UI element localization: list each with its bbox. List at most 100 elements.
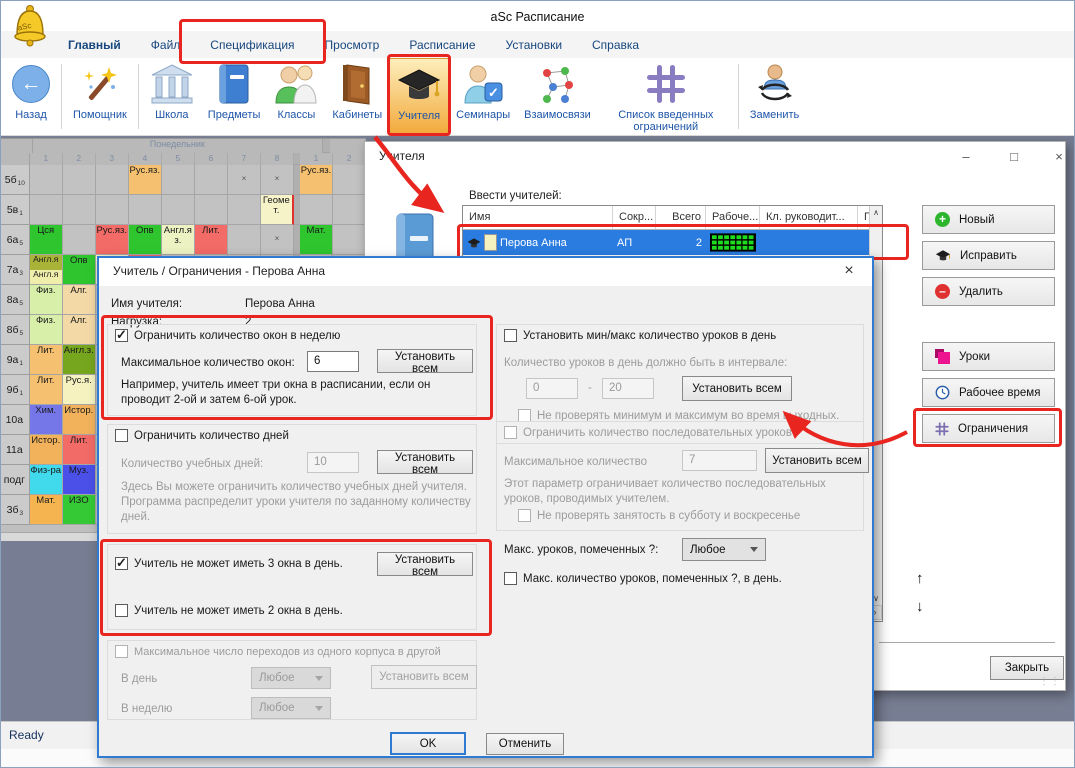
timetable-cell[interactable]: Рус.яз. [129,165,162,195]
class-label[interactable]: 5в1 [1,195,30,225]
per-week-combo[interactable]: Любое [251,697,331,719]
no-2-windows-checkbox[interactable] [115,604,128,617]
days-limit-checkbox[interactable] [115,429,128,442]
class-label[interactable]: 9б1 [1,375,30,405]
timetable-cell[interactable] [63,225,96,255]
timetable-cell[interactable] [333,165,366,195]
resize-grip[interactable]: ⋮⋮ [1039,676,1061,687]
constraints-button[interactable]: Ограничения [922,414,1055,443]
class-label[interactable]: подг [1,465,30,495]
building-moves-checkbox[interactable] [115,645,128,658]
toolbar-classes-button[interactable]: Классы [267,58,325,135]
timetable-cell[interactable] [333,225,366,255]
col-total[interactable]: Всего [656,206,706,229]
timetable-cell[interactable]: Физ-ра [30,465,63,495]
timetable-cell[interactable]: Физ. [30,315,63,345]
timetable-cell[interactable] [162,195,195,225]
timetable-cell[interactable] [162,165,195,195]
set-all-windows-day-button[interactable]: Установить всем [377,552,473,576]
no-3-windows-checkbox[interactable] [115,557,128,570]
maximize-button[interactable]: □ [998,146,1030,168]
days-count-input[interactable]: 10 [307,452,359,473]
timetable-cell[interactable]: Лит. [30,375,63,405]
class-label[interactable]: 11а [1,435,30,465]
teacher-row[interactable]: Перова Анна АП 2 [463,230,882,255]
consecutive-max-input[interactable]: 7 [682,450,757,471]
timetable-cell[interactable] [96,195,129,225]
timetable-cell[interactable]: ИЗО [63,495,96,525]
edit-button[interactable]: Исправить [922,241,1055,270]
menu-item-options[interactable]: Установки [491,33,577,57]
timetable-cell[interactable]: Хим. [30,405,63,435]
toolbar-rooms-button[interactable]: Кабинеты [325,58,389,135]
saturday-sunday-checkbox[interactable] [518,509,531,522]
set-all-minmax-button[interactable]: Установить всем [682,376,792,401]
timetable-cell[interactable] [228,195,261,225]
set-all-days-button[interactable]: Установить всем [377,450,473,474]
max-windows-input[interactable]: 6 [307,351,359,372]
menu-item-main[interactable]: Главный [53,33,136,57]
timetable-cell[interactable] [195,195,228,225]
timetable-cell[interactable]: Алг. [63,285,96,315]
max-input[interactable]: 20 [602,378,654,399]
col-name[interactable]: Имя [463,206,613,229]
timetable-cell[interactable] [195,165,228,195]
class-label[interactable]: 5б10 [1,165,30,195]
timetable-cell[interactable]: Опв [129,225,162,255]
timetable-cell[interactable]: Муз. [63,465,96,495]
app-logo-bell-icon[interactable]: aSc [9,3,51,47]
menu-item-specification[interactable]: Спецификация [195,33,309,57]
close-icon[interactable]: × [834,261,864,283]
timetable-cell[interactable]: Англ.яз. [162,225,195,255]
timetable-cell[interactable] [129,195,162,225]
timetable-cell[interactable] [96,165,129,195]
timetable-cell[interactable]: Мат. [30,495,63,525]
timetable-cell[interactable] [300,195,333,225]
timetable-cell[interactable]: × [261,225,294,255]
set-all-moves-button[interactable]: Установить всем [371,665,477,689]
minmax-checkbox[interactable] [504,329,517,342]
move-up-icon[interactable]: ↑ [916,570,924,587]
timetable-cell[interactable]: Лит. [195,225,228,255]
toolbar-subjects-button[interactable]: Предметы [201,58,268,135]
timetable-cell[interactable]: Физ. [30,285,63,315]
scroll-up-icon[interactable]: ∧ [870,208,882,217]
timetable-cell[interactable]: × [261,165,294,195]
toolbar-constraints-list-button[interactable]: Список введенных ограничений [598,58,734,135]
timetable-cell[interactable] [30,195,63,225]
timetable-cell[interactable]: Рус.я. [63,375,96,405]
timetable-cell[interactable]: Опв [63,255,96,285]
lessons-button[interactable]: Уроки [922,342,1055,371]
consecutive-checkbox[interactable] [504,426,517,439]
menu-item-view[interactable]: Просмотр [310,33,395,57]
toolbar-school-button[interactable]: Школа [143,58,201,135]
timetable-cell[interactable]: Мат. [300,225,333,255]
move-down-icon[interactable]: ↓ [916,598,924,615]
timetable-cell[interactable]: Англ.з. [63,345,96,375]
timetable-cell[interactable]: Лит. [30,345,63,375]
timetable-cell[interactable]: Геомет. [261,195,294,225]
col-class-teacher[interactable]: Кл. руководит... [760,206,858,229]
class-label[interactable]: 8б5 [1,315,30,345]
menu-item-help[interactable]: Справка [577,33,654,57]
class-label[interactable]: 7а3 [1,255,30,285]
timetable-cell[interactable] [63,195,96,225]
class-label[interactable]: 8а5 [1,285,30,315]
toolbar-relations-button[interactable]: Взаимосвязи [517,58,598,135]
col-worktime[interactable]: Рабоче... [706,206,760,229]
min-input[interactable]: 0 [526,378,578,399]
menu-item-timetable[interactable]: Расписание [394,33,490,57]
timetable-cell[interactable]: Алг. [63,315,96,345]
windows-week-checkbox[interactable] [115,329,128,342]
timetable-cell[interactable]: Цся [30,225,63,255]
class-label[interactable]: 3б3 [1,495,30,525]
timetable-cell[interactable]: Истор. [63,405,96,435]
toolbar-replace-button[interactable]: Заменить [743,58,806,135]
timetable-cell[interactable]: Рус.яз. [300,165,333,195]
toolbar-teachers-button[interactable]: Учителя [389,58,449,135]
timetable-cell[interactable]: × [228,165,261,195]
set-all-consecutive-button[interactable]: Установить всем [765,448,869,473]
new-button[interactable]: + Новый [922,205,1055,234]
timetable-cell[interactable]: Англ.яАнгл.я [30,255,63,285]
worktime-button[interactable]: Рабочее время [922,378,1055,407]
